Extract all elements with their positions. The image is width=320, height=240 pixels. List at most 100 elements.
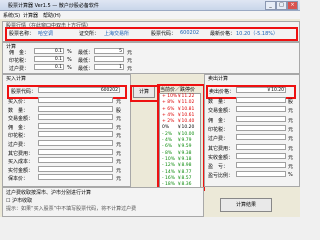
fee-min-unit: 元: [127, 58, 133, 64]
buy-row-label: 实付金额：: [8, 167, 34, 174]
sell-row-input[interactable]: [236, 106, 286, 113]
fee-rate-unit: %: [67, 57, 72, 63]
price-value: ￥8.98: [177, 163, 192, 169]
sell-row-input[interactable]: [236, 124, 286, 131]
fee-min-input[interactable]: 1: [94, 64, 124, 70]
menu-system[interactable]: 系统(S): [3, 12, 20, 19]
sell-row-label: 过户费：: [208, 136, 229, 143]
price-list-header: 当前价／跌停价: [160, 87, 196, 93]
buy-row-input[interactable]: [38, 174, 113, 181]
fee-min-label: 最低：: [78, 58, 94, 64]
buy-row-label: 买入价：: [8, 99, 29, 105]
sell-row-label: 盈 亏：: [208, 164, 229, 171]
maximize-button[interactable]: □: [276, 1, 287, 10]
price-value: ￥10.20: [177, 125, 195, 131]
result-button[interactable]: 计算结果: [220, 198, 272, 212]
buy-row-input[interactable]: [38, 105, 113, 112]
buy-row-unit: 元: [116, 133, 122, 140]
stock-code-label: 股票代码：: [151, 31, 177, 37]
footer-hint: 提示：如果“买入股票”中不填写股票代码，将不计算过户费: [6, 206, 137, 212]
sell-row-input[interactable]: [236, 134, 286, 141]
sell-row-unit: 元: [288, 164, 294, 171]
fee-min-input[interactable]: 5: [94, 48, 124, 54]
price-value: ￥10.00: [177, 131, 195, 137]
price-value: ￥11.02: [177, 100, 195, 106]
sell-row-unit: 元: [288, 126, 294, 133]
fee-rate-unit: %: [67, 49, 72, 55]
sell-row-input[interactable]: [236, 171, 286, 178]
checkbox-shanghai[interactable]: ☐ 沪市收取: [6, 197, 32, 204]
price-list[interactable]: + 10%￥11.22 + 8% ￥11.02 + 6% ￥10.81 + 4% ￥10.6…: [159, 93, 201, 188]
buy-row-input[interactable]: [38, 157, 113, 164]
fee-min-label: 最低：: [78, 50, 94, 56]
buy-row-unit: 元: [116, 99, 122, 105]
sell-row-label: 数 量：: [208, 99, 229, 105]
minimize-button[interactable]: _: [265, 1, 276, 10]
buy-row-input[interactable]: [38, 148, 113, 155]
sell-row-unit: 元: [288, 154, 294, 161]
buy-row-label: 交易金额：: [8, 116, 34, 123]
buy-row-input[interactable]: [38, 140, 113, 146]
buy-row-input[interactable]: [38, 114, 113, 121]
buy-row-input[interactable]: [38, 122, 113, 129]
buy-row-unit: 元: [116, 150, 122, 157]
buy-code-input[interactable]: 600202: [38, 87, 120, 93]
sell-panel-title: 卖出计算: [208, 76, 229, 82]
fee-rate-input[interactable]: 0.1: [34, 64, 64, 70]
menu-calculator[interactable]: 计算器: [23, 12, 38, 19]
menu-bar: 系统(S) 计算器 帮助(H): [0, 11, 300, 19]
footer-panel: 过户费收取按深市、沪市分别进行计算 ☐ 沪市收取 提示：如果“买入股票”中不填写…: [2, 187, 204, 217]
sell-row-input[interactable]: [236, 143, 286, 150]
sell-row-unit: 元: [288, 136, 294, 143]
fee-rate-input[interactable]: 0.1: [34, 56, 64, 62]
close-button[interactable]: ×: [287, 1, 298, 10]
fee-min-input[interactable]: [94, 56, 124, 62]
stock-name-label: 股票名称：: [9, 31, 35, 37]
buy-row-label: 保本价：: [8, 176, 29, 183]
buy-row-input[interactable]: [38, 131, 113, 138]
buy-row-label: 其它费用：: [8, 150, 34, 157]
menu-help[interactable]: 帮助(H): [43, 12, 61, 19]
buy-code-label: 股票代码：: [11, 89, 37, 95]
sell-row-input[interactable]: [236, 97, 286, 103]
buy-row-unit: 元: [116, 176, 122, 183]
sell-price-input[interactable]: ￥10.20: [236, 87, 286, 93]
buy-row-label: 过户费：: [8, 142, 29, 148]
sell-row-label: 佣 金：: [208, 117, 229, 124]
fee-min-label: 最低：: [78, 66, 94, 72]
sell-row-input[interactable]: [236, 115, 286, 122]
sell-row-label: 盈亏比例：: [208, 173, 234, 180]
price-value: ￥10.40: [177, 119, 195, 125]
window-title: 股票计算器 Ver1.5 — 散户炒股必备软件: [8, 3, 99, 9]
price-value: ￥9.79: [177, 138, 192, 144]
sell-row-input[interactable]: [236, 162, 286, 169]
latest-price-label: 最新价格：: [210, 31, 236, 37]
sell-row-label: 交易金额：: [208, 108, 234, 115]
fee-rate-input[interactable]: 0.1: [34, 48, 64, 54]
buy-row-unit: 元: [116, 116, 122, 123]
buy-row-label: 佣 金：: [8, 124, 29, 131]
buy-panel-title: 买入计算: [6, 76, 27, 82]
price-value: ￥11.22: [177, 94, 195, 99]
buy-row-input[interactable]: [38, 165, 113, 172]
buy-row-label: 印花税：: [8, 133, 29, 140]
stock-name-value: 哈空调: [38, 31, 54, 37]
buy-row-unit: 元: [116, 124, 122, 131]
price-value: ￥8.57: [177, 175, 192, 181]
buy-row-unit: 元: [116, 167, 122, 174]
checkbox-shanghai-label: 沪市收取: [12, 198, 33, 204]
sell-row-label: 其它费用：: [208, 145, 234, 152]
stock-code-value: 600202: [180, 30, 200, 36]
calculate-highlight: [130, 85, 160, 102]
price-value: ￥10.81: [177, 106, 195, 112]
sell-row-unit: 股: [288, 99, 294, 105]
sell-row-input[interactable]: [236, 152, 286, 159]
sell-row-label: 印花税：: [208, 126, 229, 133]
price-value: ￥9.18: [177, 156, 192, 162]
price-value: ￥8.77: [177, 169, 192, 175]
buy-row-input[interactable]: [38, 97, 113, 103]
buy-row-label: 数 量：: [8, 107, 29, 114]
buy-row-label: 买入成本：: [8, 159, 34, 166]
latest-price-value: 10.20（-5.18%）: [236, 31, 279, 37]
sell-row-unit: %: [288, 172, 293, 179]
